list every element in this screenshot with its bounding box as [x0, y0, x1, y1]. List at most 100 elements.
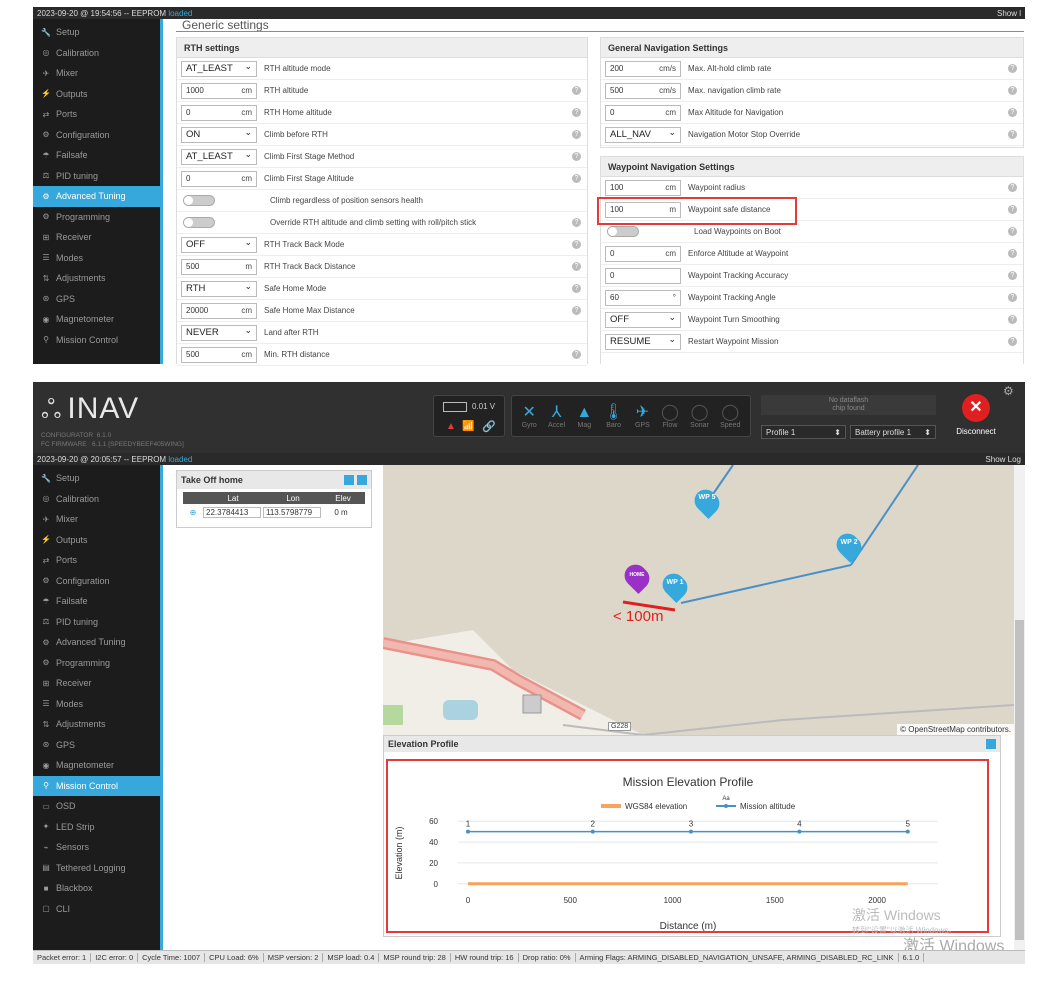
waypoint-tracking-accuracy-input[interactable]: 0 — [605, 267, 681, 284]
rth-track-back-mode-select[interactable]: OFF ⌄ — [181, 236, 257, 253]
min-rth-distance-input[interactable]: 500 cm — [181, 346, 257, 363]
rth-home-altitude-input[interactable]: 0 cm — [181, 104, 257, 121]
max-altitude-for-navigation-input[interactable]: 0 cm — [605, 104, 681, 121]
climb-before-rth-select[interactable]: ON ⌄ — [181, 126, 257, 143]
mission-point[interactable] — [466, 829, 470, 834]
sidebar-item-receiver[interactable]: ⊞ Receiver — [33, 673, 160, 694]
sidebar-item-gps[interactable]: ⊛ GPS — [33, 289, 160, 310]
mission-point[interactable] — [688, 829, 693, 834]
sidebar-item-magnetometer[interactable]: ◉ Magnetometer — [33, 309, 160, 330]
sidebar-item-tethered-logging[interactable]: ▤ Tethered Logging — [33, 858, 160, 879]
rth-altitude-input[interactable]: 1000 cm — [181, 82, 257, 99]
help-icon[interactable]: ? — [572, 350, 581, 359]
lat-input[interactable]: 22.3784413 — [203, 507, 261, 518]
disconnect-button[interactable]: ✕ Disconnect — [951, 394, 1001, 444]
help-icon[interactable]: ? — [1008, 271, 1017, 280]
waypoint-radius-input[interactable]: 100 cm — [605, 179, 681, 196]
help-icon[interactable]: ? — [572, 218, 581, 227]
mission-point[interactable] — [905, 829, 910, 834]
mission-map[interactable]: WP 5 WP 2 WP 1 HOME < 100m G228 © OpenSt… — [383, 465, 1014, 735]
sidebar-item-magnetometer[interactable]: ◉ Magnetometer — [33, 755, 160, 776]
waypoint-tracking-angle-input[interactable]: 60 ° — [605, 289, 681, 306]
sidebar-item-adjustments[interactable]: ⇅ Adjustments — [33, 268, 160, 289]
upload-icon[interactable] — [357, 475, 367, 485]
climb-first-stage-altitude-input[interactable]: 0 cm — [181, 170, 257, 187]
sidebar-item-calibration[interactable]: ◎ Calibration — [33, 489, 160, 510]
rth-altitude-mode-select[interactable]: AT_LEAST ⌄ — [181, 60, 257, 77]
restart-waypoint-mission-select[interactable]: RESUME ⌄ — [605, 333, 681, 350]
help-icon[interactable]: ? — [572, 240, 581, 249]
sidebar-item-configuration[interactable]: ⚙ Configuration — [33, 125, 160, 146]
load-waypoints-on-boot-toggle[interactable] — [607, 226, 639, 237]
sidebar-item-modes[interactable]: ☰ Modes — [33, 694, 160, 715]
sidebar-item-failsafe[interactable]: ☂ Failsafe — [33, 145, 160, 166]
legend-label[interactable]: WGS84 elevation — [625, 802, 687, 811]
show-log-link[interactable]: Show l — [997, 9, 1021, 18]
lon-input[interactable]: 113.5798779 — [263, 507, 321, 518]
sidebar-item-failsafe[interactable]: ☂ Failsafe — [33, 591, 160, 612]
help-icon[interactable]: ? — [1008, 130, 1017, 139]
help-icon[interactable]: ? — [1008, 337, 1017, 346]
sidebar-item-programming[interactable]: ⚙ Programming — [33, 207, 160, 228]
sidebar-item-outputs[interactable]: ⚡ Outputs — [33, 530, 160, 551]
sidebar-item-outputs[interactable]: ⚡ Outputs — [33, 84, 160, 105]
help-icon[interactable]: ? — [1008, 86, 1017, 95]
sidebar-item-sensors[interactable]: ⌁ Sensors — [33, 837, 160, 858]
legend-label[interactable]: Mission altitude — [740, 802, 796, 811]
sidebar-item-ports[interactable]: ⇄ Ports — [33, 550, 160, 571]
help-icon[interactable]: ? — [572, 108, 581, 117]
help-icon[interactable]: ? — [572, 86, 581, 95]
help-icon[interactable]: ? — [1008, 315, 1017, 324]
sidebar-item-blackbox[interactable]: ■ Blackbox — [33, 878, 160, 899]
help-icon[interactable]: ? — [572, 284, 581, 293]
help-icon[interactable]: ? — [1008, 205, 1017, 214]
profile-select[interactable]: Profile 1 ⬍ — [761, 425, 846, 439]
sidebar-item-adjustments[interactable]: ⇅ Adjustments — [33, 714, 160, 735]
help-icon[interactable]: ? — [572, 262, 581, 271]
mission-point[interactable] — [590, 829, 595, 834]
safe-home-mode-select[interactable]: RTH ⌄ — [181, 280, 257, 297]
help-icon[interactable]: ? — [1008, 249, 1017, 258]
climb-first-stage-method-select[interactable]: AT_LEAST ⌄ — [181, 148, 257, 165]
navigation-motor-stop-override-select[interactable]: ALL_NAV ⌄ — [605, 126, 681, 143]
help-icon[interactable]: ? — [572, 130, 581, 139]
sidebar-item-advanced-tuning[interactable]: ⚙ Advanced Tuning — [33, 186, 160, 207]
show-log-link-2[interactable]: Show Log — [985, 455, 1021, 464]
sidebar-item-calibration[interactable]: ◎ Calibration — [33, 43, 160, 64]
help-icon[interactable]: ? — [1008, 64, 1017, 73]
close-icon[interactable] — [986, 739, 996, 749]
help-icon[interactable]: ? — [1008, 293, 1017, 302]
sidebar-item-pid-tuning[interactable]: ⚖ PID tuning — [33, 166, 160, 187]
sidebar-item-modes[interactable]: ☰ Modes — [33, 248, 160, 269]
sidebar-item-osd[interactable]: ▭ OSD — [33, 796, 160, 817]
sidebar-item-advanced-tuning[interactable]: ⚙ Advanced Tuning — [33, 632, 160, 653]
sidebar-item-pid-tuning[interactable]: ⚖ PID tuning — [33, 612, 160, 633]
help-icon[interactable]: ? — [1008, 183, 1017, 192]
save-icon[interactable] — [344, 475, 354, 485]
help-icon[interactable]: ? — [572, 174, 581, 183]
max-alt-hold-climb-rate-input[interactable]: 200 cm/s — [605, 60, 681, 77]
waypoint-turn-smoothing-select[interactable]: OFF ⌄ — [605, 311, 681, 328]
sidebar-item-led-strip[interactable]: ✦ LED Strip — [33, 817, 160, 838]
sidebar-item-ports[interactable]: ⇄ Ports — [33, 104, 160, 125]
sidebar-item-receiver[interactable]: ⊞ Receiver — [33, 227, 160, 248]
override-rth-altitude-and-climb-setting-with-roll-pitch-stick-toggle[interactable] — [183, 217, 215, 228]
help-icon[interactable]: ? — [1008, 108, 1017, 117]
mission-point[interactable] — [797, 829, 802, 834]
sidebar-item-configuration[interactable]: ⚙ Configuration — [33, 571, 160, 592]
help-icon[interactable]: ? — [1008, 227, 1017, 236]
sidebar-item-cli[interactable]: ▢ CLI — [33, 899, 160, 920]
climb-regardless-of-position-sensors-health-toggle[interactable] — [183, 195, 215, 206]
sidebar-item-mission-control[interactable]: ⚲ Mission Control — [33, 775, 160, 796]
max-navigation-climb-rate-input[interactable]: 500 cm/s — [605, 82, 681, 99]
safe-home-max-distance-input[interactable]: 20000 cm — [181, 302, 257, 319]
sidebar-item-setup[interactable]: 🔧 Setup — [33, 468, 160, 489]
land-after-rth-select[interactable]: NEVER ⌄ — [181, 324, 257, 341]
sidebar-item-mixer[interactable]: ✈ Mixer — [33, 63, 160, 84]
sidebar-item-programming[interactable]: ⚙ Programming — [33, 653, 160, 674]
battery-profile-select[interactable]: Battery profile 1 ⬍ — [850, 425, 936, 439]
scrollbar-thumb[interactable] — [1015, 620, 1024, 940]
enforce-altitude-at-waypoint-input[interactable]: 0 cm — [605, 245, 681, 262]
gear-icon[interactable]: ⚙ — [1003, 384, 1014, 398]
rth-track-back-distance-input[interactable]: 500 m — [181, 258, 257, 275]
